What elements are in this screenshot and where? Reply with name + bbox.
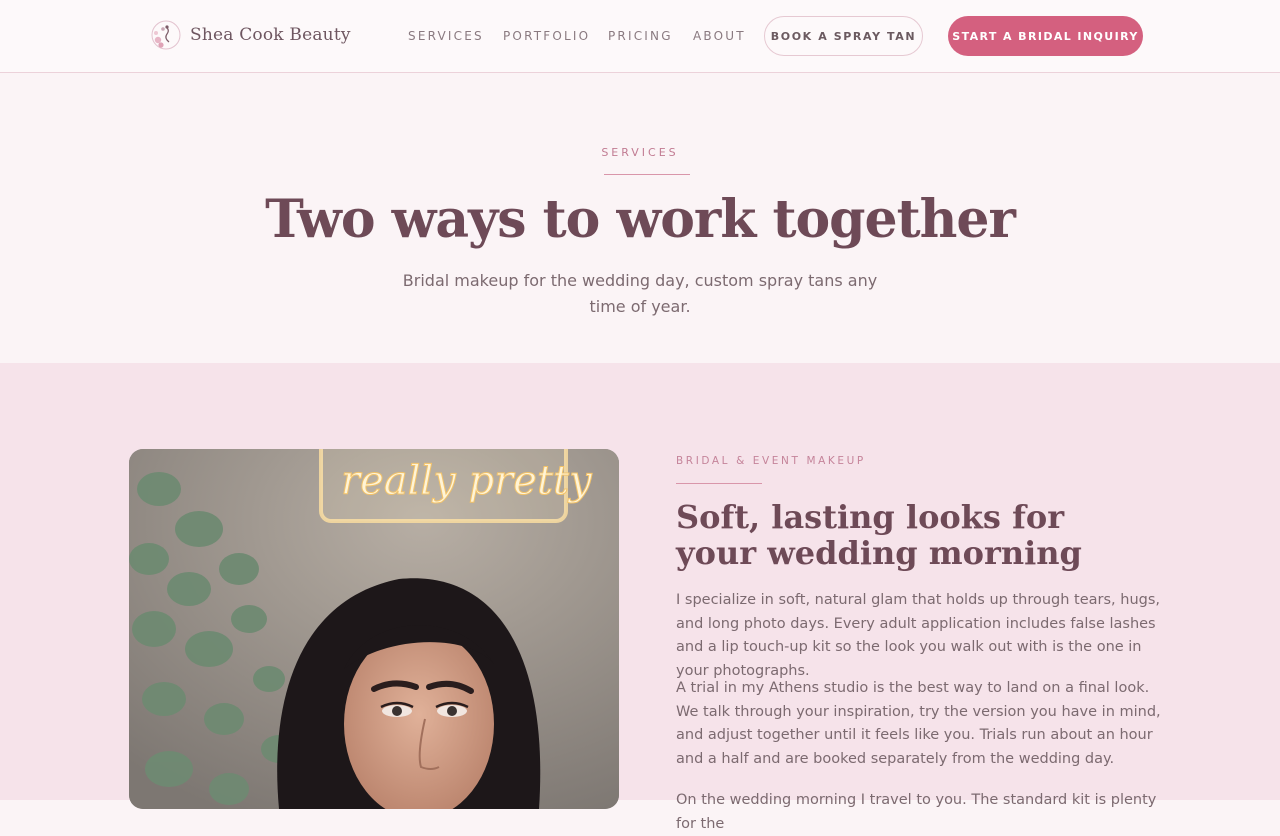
nav-portfolio-wrap: PORTFOLIO — [503, 0, 590, 72]
nav-services-wrap: SERVICES — [408, 0, 484, 72]
book-spray-tan-button[interactable]: BOOK A SPRAY TAN — [764, 16, 923, 56]
portrait-illustration: really pretty — [129, 449, 619, 809]
section-eyebrow: SERVICES — [601, 146, 679, 159]
nav-pricing-wrap: PRICING — [608, 0, 673, 72]
service-divider — [676, 483, 762, 484]
page-subtitle: Bridal makeup for the wedding day, custo… — [402, 271, 878, 316]
service-paragraph-2: A trial in my Athens studio is the best … — [676, 680, 1161, 767]
site-header: Shea Cook Beauty SERVICES PORTFOLIO PRIC… — [0, 0, 1280, 73]
bridal-inquiry-button[interactable]: START A BRIDAL INQUIRY — [948, 16, 1143, 56]
brand-logo[interactable]: Shea Cook Beauty — [150, 18, 351, 52]
service-eyebrow: BRIDAL & EVENT MAKEUP — [676, 455, 866, 467]
floral-logo-icon — [151, 20, 181, 50]
neon-sign-text: really pretty — [341, 458, 593, 504]
page-title: Two ways to work together — [265, 189, 1016, 250]
service-paragraph-1: I specialize in soft, natural glam that … — [676, 592, 1161, 679]
brand-name: Shea Cook Beauty — [190, 25, 351, 45]
service-paragraph-3: On the wedding morning I travel to you. … — [676, 792, 1157, 832]
nav-link-pricing[interactable]: PRICING — [608, 29, 673, 43]
service-title: Soft, lasting looks for your wedding mor… — [676, 498, 1082, 572]
services-intro: SERVICES Two ways to work together Brida… — [0, 73, 1280, 363]
nav-about-wrap: ABOUT — [693, 0, 746, 72]
eyebrow-divider — [604, 174, 690, 175]
nav-link-portfolio[interactable]: PORTFOLIO — [503, 29, 590, 43]
bridal-makeup-photo: really pretty — [129, 449, 619, 809]
nav-link-about[interactable]: ABOUT — [693, 29, 746, 43]
bridal-service-section: really pretty BRIDAL & EVENT MAKEUP Soft… — [0, 363, 1280, 832]
nav-link-services[interactable]: SERVICES — [408, 29, 484, 43]
